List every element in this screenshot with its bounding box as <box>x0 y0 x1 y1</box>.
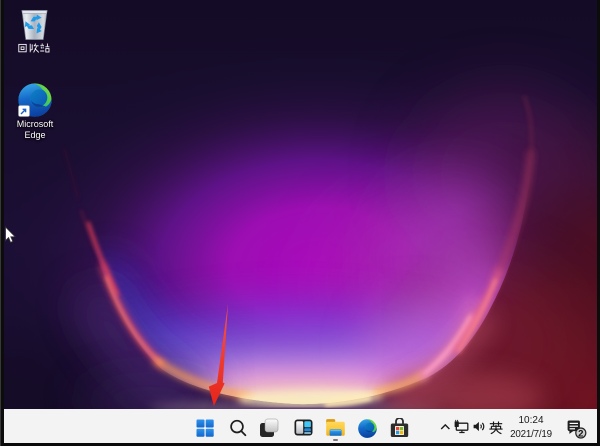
svg-text:2: 2 <box>578 429 583 440</box>
